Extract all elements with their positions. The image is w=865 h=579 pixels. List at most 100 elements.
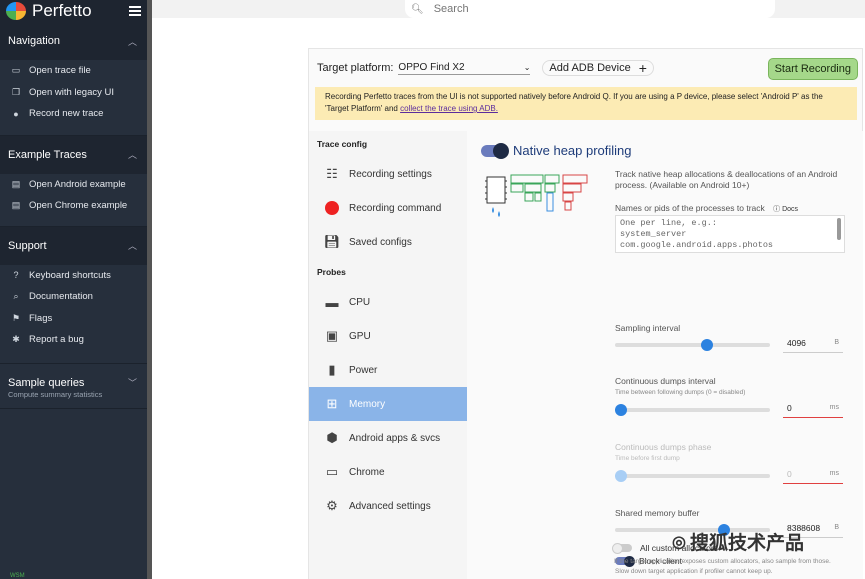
gpu-icon: ▣	[325, 328, 339, 343]
nav-section: Navigation ︿ ▭ Open trace file ❐ Open with…	[0, 22, 147, 136]
sidebar-item-chrome-example[interactable]: ▤ Open Chrome example	[0, 195, 147, 217]
save-icon: 💾︎	[323, 234, 341, 249]
probes-header: Probes	[317, 267, 346, 277]
battery-icon: ▮	[328, 362, 336, 377]
sampling-interval-slider[interactable]	[615, 339, 770, 351]
shared-memory-label: Shared memory buffer	[615, 508, 700, 518]
folder-icon: ▭	[11, 65, 21, 76]
app-title: Perfetto	[32, 1, 92, 20]
sliders-icon: ☷	[326, 166, 338, 181]
doc-search-icon: ⌕	[13, 291, 19, 302]
sidebar-item-open-trace[interactable]: ▭ Open trace file	[0, 60, 147, 82]
examples-section-header[interactable]: Example Traces ︿	[0, 135, 147, 174]
wechat-icon: ◎	[672, 533, 686, 551]
sidebar-item-legacy-ui[interactable]: ❐ Open with legacy UI	[0, 82, 147, 104]
native-heap-illustration	[485, 174, 588, 217]
dumps-phase-note: Time before first dump	[615, 455, 680, 462]
dumps-phase-input[interactable]: 0 ms	[783, 464, 843, 484]
chevron-up-icon[interactable]: ︿	[128, 148, 137, 161]
gear-icon: ⚙	[326, 498, 338, 513]
support-section: Support ︿ ? Keyboard shortcuts ⌕ Documenta…	[0, 226, 147, 364]
slider-thumb[interactable]	[700, 339, 713, 351]
custom-allocators-note: If the target application exposes custom…	[614, 558, 831, 565]
cpu-icon: ▬	[325, 294, 339, 310]
custom-allocators-toggle[interactable]	[612, 542, 632, 554]
native-heap-toggle[interactable]	[481, 142, 509, 159]
textarea-scrollbar[interactable]	[837, 218, 841, 240]
chevron-down-icon: ⌄	[523, 63, 531, 72]
sampling-interval-input[interactable]: 4096 B	[783, 333, 843, 353]
target-platform-select[interactable]: OPPO Find X2 ⌄	[398, 61, 531, 75]
nav-cpu[interactable]: ▬ CPU	[309, 285, 467, 319]
sidebar-item-shortcuts[interactable]: ? Keyboard shortcuts	[0, 265, 147, 287]
flag-icon: ⚑	[11, 312, 21, 323]
search-icon: 🔍︎	[411, 3, 424, 15]
slider-thumb[interactable]	[615, 404, 627, 416]
record-panel: Target platform: OPPO Find X2 ⌄ Add ADB …	[308, 48, 863, 579]
support-section-header[interactable]: Support ︿	[0, 226, 147, 265]
process-names-textarea[interactable]: One per line, e.g.: system_server com.go…	[615, 215, 845, 253]
plus-icon: +	[638, 60, 647, 76]
add-adb-device-button[interactable]: Add ADB Device +	[542, 60, 654, 76]
sidebar-item-report-bug[interactable]: ✱ Report a bug	[0, 329, 147, 351]
sidebar-item-android-example[interactable]: ▤ Open Android example	[0, 174, 147, 196]
nav-android-apps[interactable]: ⬢ Android apps & svcs	[309, 421, 467, 455]
examples-section: Example Traces ︿ ▤ Open Android example ▤…	[0, 135, 147, 227]
native-heap-title: Native heap profiling	[513, 143, 632, 158]
target-platform-label: Target platform:	[317, 62, 394, 74]
support-section-title: Support	[8, 239, 47, 252]
start-recording-button[interactable]: Start Recording	[767, 58, 858, 80]
record-config-nav: Trace config ☷ Recording settings Recordi…	[309, 131, 467, 579]
dumps-interval-slider[interactable]	[615, 404, 770, 416]
android-q-warning: Recording Perfetto traces from the UI is…	[315, 87, 857, 120]
search-input[interactable]	[433, 3, 734, 15]
block-client-note: Slow down target application if profiler…	[615, 568, 773, 575]
process-names-label: Names or pids of the processes to track …	[615, 203, 799, 214]
chevron-up-icon[interactable]: ︿	[128, 239, 137, 252]
memory-probe-content: Native heap profiling Track native heap …	[467, 131, 863, 579]
sidebar-header: Perfetto	[0, 0, 147, 22]
record-toggle-icon: ●	[13, 108, 19, 119]
sidebar-item-record[interactable]: ● Record new trace	[0, 103, 147, 125]
menu-icon[interactable]	[129, 4, 141, 18]
dumps-interval-note: Time between following dumps (0 = disabl…	[615, 389, 746, 396]
document-icon: ▤	[11, 200, 21, 211]
document-icon: ▤	[11, 178, 21, 189]
nav-saved-configs[interactable]: 💾︎ Saved configs	[309, 225, 467, 259]
laptop-icon: ▭	[325, 464, 339, 479]
android-icon: ⬢	[326, 430, 338, 445]
sidebar-item-documentation[interactable]: ⌕ Documentation	[0, 286, 147, 308]
sidebar: Perfetto Navigation ︿ ▭ Open trace file ❐…	[0, 0, 147, 579]
sidebar-footer: WSM	[10, 573, 25, 579]
trace-config-header: Trace config	[317, 139, 368, 149]
perfetto-logo	[6, 2, 26, 20]
sidebar-item-flags[interactable]: ⚑ Flags	[0, 308, 147, 330]
queries-section: Sample queries ﹀ Compute summary statist…	[0, 364, 147, 409]
queries-section-title: Sample queries	[8, 376, 85, 389]
dumps-phase-label: Continuous dumps phase	[615, 442, 712, 452]
docs-link[interactable]: ⓘ Docs	[773, 204, 798, 214]
dumps-phase-slider[interactable]	[615, 470, 770, 482]
nav-recording-settings[interactable]: ☷ Recording settings	[309, 157, 467, 191]
nav-chrome[interactable]: ▭ Chrome	[309, 455, 467, 489]
watermark: ◎ 搜狐技术产品	[672, 533, 804, 554]
nav-advanced-settings[interactable]: ⚙ Advanced settings	[309, 489, 467, 523]
nav-gpu[interactable]: ▣ GPU	[309, 319, 467, 353]
collect-trace-adb-link[interactable]: collect the trace using ADB.	[400, 104, 498, 113]
memory-chip-icon: ⊞	[326, 396, 338, 411]
search-bar[interactable]: 🔍︎	[405, 0, 775, 18]
native-heap-description: Track native heap allocations & dealloca…	[615, 169, 838, 190]
chevron-down-icon[interactable]: ﹀	[128, 376, 137, 389]
nav-memory[interactable]: ⊞ Memory	[309, 387, 467, 421]
chevron-up-icon[interactable]: ︿	[128, 35, 137, 48]
nav-power[interactable]: ▮ Power	[309, 353, 467, 387]
record-topbar: Target platform: OPPO Find X2 ⌄ Add ADB …	[309, 49, 864, 87]
bug-icon: ✱	[12, 334, 20, 345]
dumps-interval-input[interactable]: 0 ms	[783, 398, 843, 418]
queries-subtitle: Compute summary statistics	[8, 389, 103, 399]
legacy-window-icon: ❐	[11, 86, 21, 97]
nav-recording-command[interactable]: Recording command	[309, 191, 467, 225]
record-dot-icon	[323, 199, 341, 217]
nav-section-header[interactable]: Navigation ︿	[0, 22, 147, 60]
slider-thumb[interactable]	[615, 470, 627, 482]
